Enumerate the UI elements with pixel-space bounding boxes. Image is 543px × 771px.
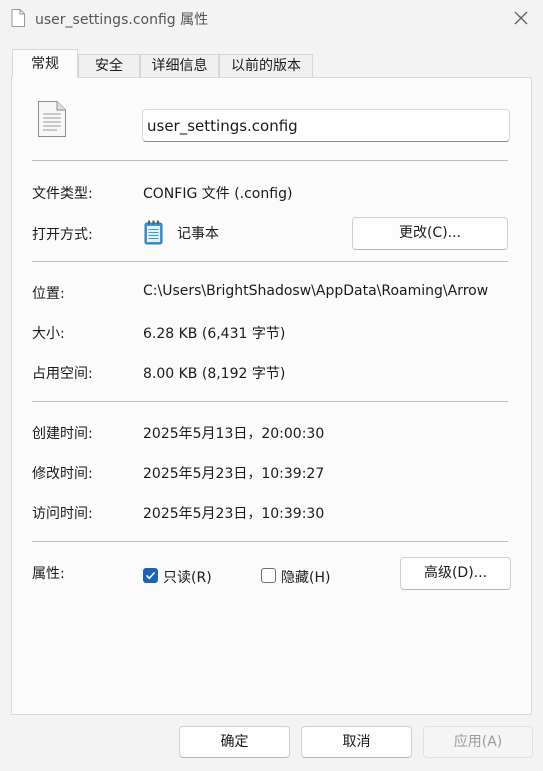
file-name-input[interactable] xyxy=(142,109,510,142)
general-panel xyxy=(11,77,532,715)
config-file-icon xyxy=(37,101,67,137)
notepad-icon xyxy=(144,220,163,245)
hidden-label[interactable]: 隐藏(H) xyxy=(281,567,330,587)
accessed-value: 2025年5月23日，10:39:30 xyxy=(143,506,325,522)
divider xyxy=(32,160,508,161)
created-label: 创建时间: xyxy=(32,426,93,442)
tab-previous-versions[interactable]: 以前的版本 xyxy=(219,54,313,77)
change-button[interactable]: 更改(C)... xyxy=(352,217,508,250)
file-type-value: CONFIG 文件 (.config) xyxy=(143,186,293,202)
tab-details[interactable]: 详细信息 xyxy=(140,54,219,77)
divider xyxy=(32,541,508,542)
apply-button[interactable]: 应用(A) xyxy=(423,726,533,758)
divider xyxy=(32,261,508,262)
properties-window: user_settings.config 属性 常规 安全 详细信息 以前的版本… xyxy=(0,0,543,771)
title-bar[interactable]: user_settings.config 属性 xyxy=(0,0,543,38)
close-icon[interactable] xyxy=(511,8,531,28)
advanced-button[interactable]: 高级(D)... xyxy=(400,557,511,590)
created-value: 2025年5月13日，20:00:30 xyxy=(143,426,325,442)
size-on-disk-label: 占用空间: xyxy=(32,366,93,382)
readonly-label[interactable]: 只读(R) xyxy=(163,567,212,587)
hidden-checkbox[interactable] xyxy=(261,568,276,583)
size-value: 6.28 KB (6,431 字节) xyxy=(143,326,286,342)
modified-label: 修改时间: xyxy=(32,466,93,482)
attributes-label: 属性: xyxy=(32,566,65,582)
document-icon xyxy=(11,9,25,27)
open-with-label: 打开方式: xyxy=(32,227,93,243)
tab-security[interactable]: 安全 xyxy=(78,54,140,77)
window-title: user_settings.config 属性 xyxy=(35,12,209,28)
cancel-button[interactable]: 取消 xyxy=(301,726,412,758)
divider xyxy=(32,401,508,402)
ok-button[interactable]: 确定 xyxy=(179,726,290,758)
readonly-checkbox[interactable] xyxy=(143,568,158,583)
modified-value: 2025年5月23日，10:39:27 xyxy=(143,466,325,482)
location-label: 位置: xyxy=(32,286,65,302)
accessed-label: 访问时间: xyxy=(32,506,93,522)
file-type-label: 文件类型: xyxy=(32,186,93,202)
location-value: C:\Users\BrightShadosw\AppData\Roaming\A… xyxy=(143,283,489,299)
size-label: 大小: xyxy=(32,326,65,342)
tab-general[interactable]: 常规 xyxy=(12,49,78,78)
size-on-disk-value: 8.00 KB (8,192 字节) xyxy=(143,366,286,382)
open-with-value: 记事本 xyxy=(177,226,219,242)
